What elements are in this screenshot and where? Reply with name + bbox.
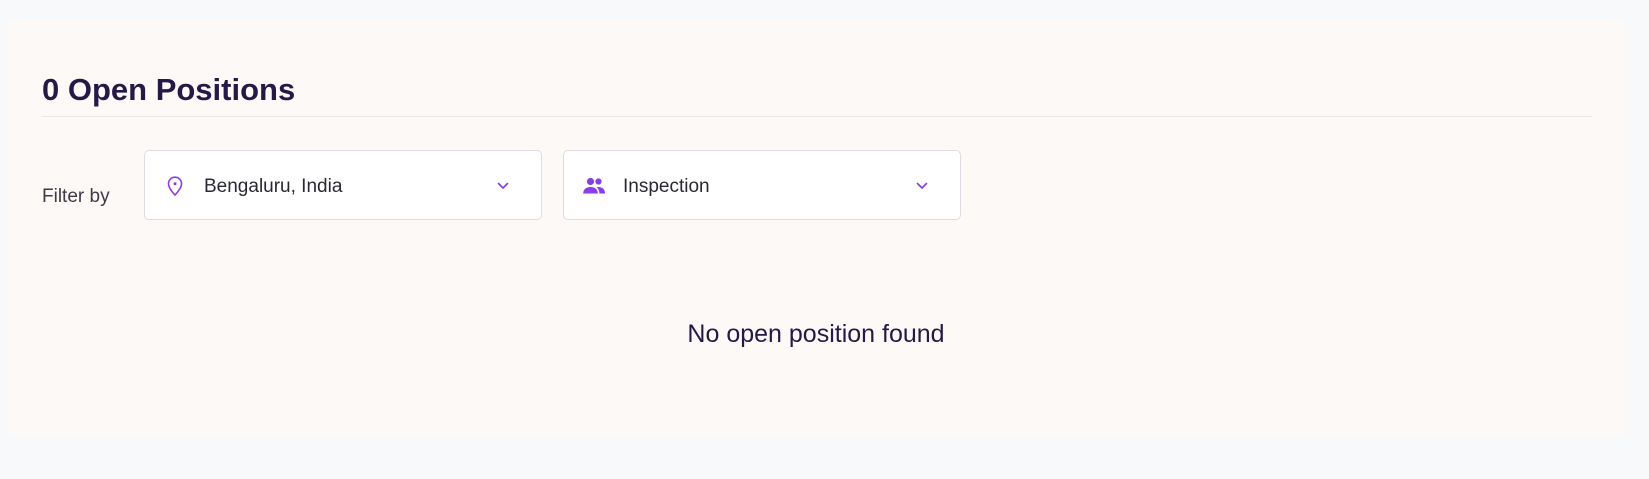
- chevron-down-icon: [914, 178, 930, 194]
- chevron-down-icon: [495, 178, 511, 194]
- team-filter-value: Inspection: [623, 176, 710, 197]
- team-filter-dropdown[interactable]: Inspection: [563, 150, 961, 220]
- empty-state-message: No open position found: [687, 320, 945, 348]
- divider: [42, 116, 1592, 117]
- location-filter-dropdown[interactable]: Bengaluru, India: [144, 150, 542, 220]
- page-title: 0 Open Positions: [42, 72, 296, 107]
- filter-label: Filter by: [42, 186, 110, 207]
- people-icon: [582, 174, 606, 198]
- open-positions-panel: 0 Open Positions Filter by Bengaluru, In…: [8, 20, 1624, 437]
- map-pin-icon: [163, 174, 187, 198]
- location-filter-value: Bengaluru, India: [204, 176, 343, 197]
